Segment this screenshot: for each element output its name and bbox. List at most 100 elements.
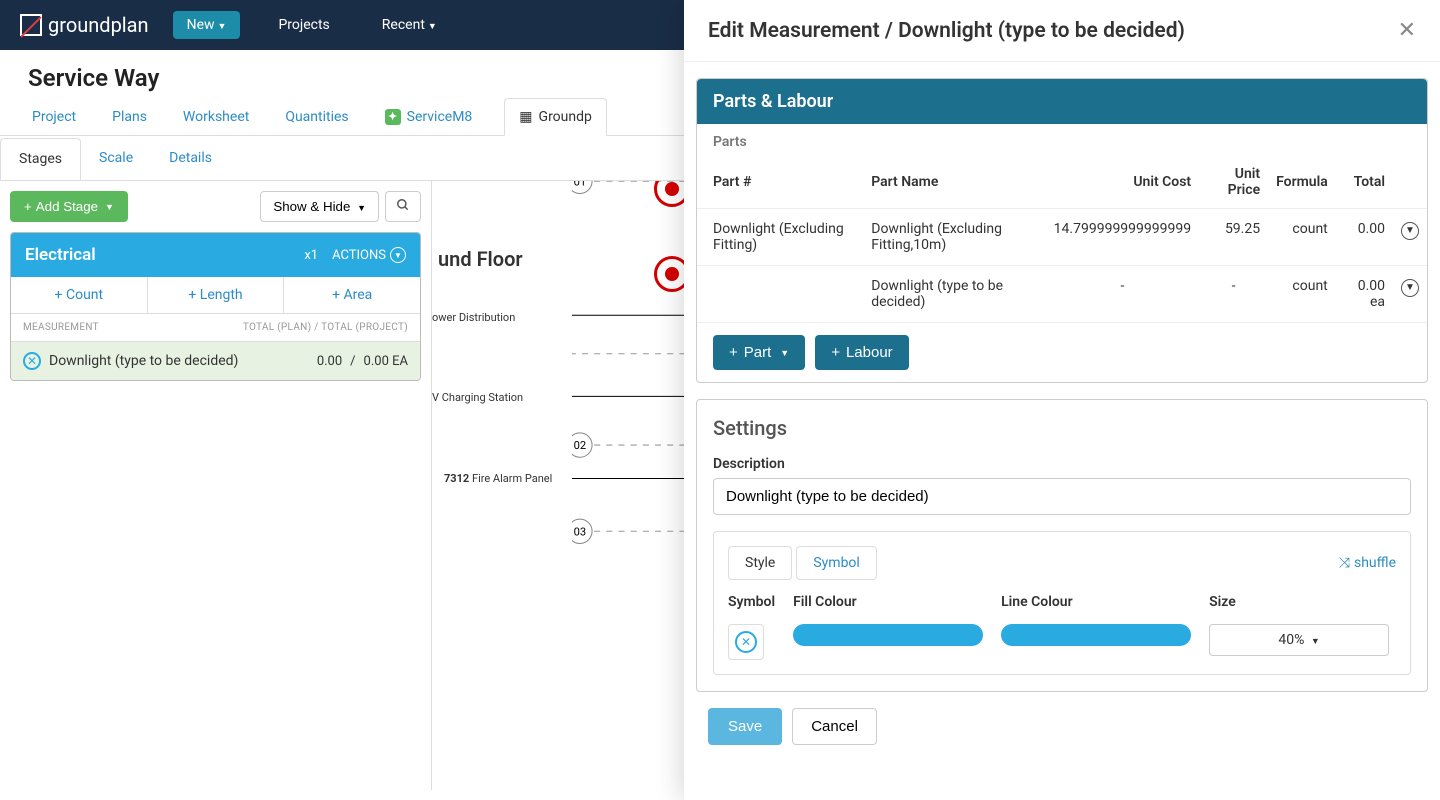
show-hide-button[interactable]: Show & Hide ▼ — [260, 191, 379, 222]
col-total: Total — [1336, 156, 1393, 209]
size-value: 40% — [1278, 632, 1304, 648]
brand-text: groundplan — [48, 13, 149, 37]
grid-icon: ▦ — [519, 109, 532, 125]
stage-actions[interactable]: ACTIONS ▼ — [332, 247, 406, 263]
symbol-col: Symbol ✕ — [728, 594, 775, 660]
sidebar: + Add Stage ▼ Show & Hide ▼ Electrical x… — [0, 181, 432, 790]
sidebar-top: + Add Stage ▼ Show & Hide ▼ — [10, 191, 421, 222]
section-heading: Parts & Labour — [697, 79, 1427, 124]
cell-formula: count — [1268, 266, 1336, 323]
tab-groundplan[interactable]: ▦ Groundp — [504, 98, 607, 136]
add-stage-button[interactable]: + Add Stage ▼ — [10, 191, 128, 222]
caret-icon: ▼ — [218, 22, 227, 32]
recent-label: Recent — [382, 17, 425, 33]
subtab-scale[interactable]: Scale — [81, 138, 151, 179]
stage-columns: MEASUREMENT TOTAL (PLAN) / TOTAL (PROJEC… — [11, 314, 420, 341]
edit-measurement-panel: Edit Measurement / Downlight (type to be… — [684, 0, 1440, 800]
recent-link[interactable]: Recent▼ — [368, 11, 451, 39]
cell-unit-cost: 14.799999999999999 — [1046, 209, 1199, 266]
add-labour-button[interactable]: + Labour — [815, 335, 908, 370]
panel-header: Edit Measurement / Downlight (type to be… — [684, 0, 1440, 62]
tool-area[interactable]: + Area — [284, 277, 420, 313]
line-colour-picker[interactable] — [1001, 624, 1191, 646]
settings-section: Settings Description Style Symbol ⤨ shuf… — [696, 399, 1428, 692]
projects-link[interactable]: Projects — [264, 11, 343, 39]
size-select[interactable]: 40% ▼ — [1209, 624, 1389, 656]
parts-subheading: Parts — [697, 124, 1427, 156]
style-row: Symbol ✕ Fill Colour Line Colour — [728, 594, 1396, 660]
cell-part-name: Downlight (type to be decided) — [863, 266, 1045, 323]
symbol-label: Symbol — [728, 594, 775, 610]
subtab-stages[interactable]: Stages — [0, 138, 81, 180]
plan-label: ower Distribution — [432, 311, 515, 324]
fill-colour-picker[interactable] — [793, 624, 983, 646]
new-button[interactable]: New▼ — [173, 11, 241, 39]
close-icon[interactable]: ✕ — [1398, 18, 1416, 43]
save-button[interactable]: Save — [708, 708, 782, 745]
cancel-button[interactable]: Cancel — [792, 708, 877, 745]
tab-symbol[interactable]: Symbol — [796, 546, 876, 580]
servicem8-icon: ✦ — [385, 109, 401, 125]
cell-total: 0.00 — [1336, 209, 1393, 266]
shuffle-button[interactable]: ⤨ shuffle — [1339, 555, 1396, 571]
tab-worksheet[interactable]: Worksheet — [179, 98, 253, 135]
sub-tabs: Stages Scale Details — [0, 138, 230, 179]
actions-label: ACTIONS — [332, 248, 386, 263]
subtab-details[interactable]: Details — [151, 138, 230, 179]
tab-quantities[interactable]: Quantities — [281, 98, 352, 135]
measurement-name: Downlight (type to be decided) — [49, 353, 317, 369]
style-tabs: Style Symbol ⤨ shuffle — [728, 546, 1396, 580]
svg-text:03: 03 — [574, 525, 587, 538]
tab-project[interactable]: Project — [28, 98, 80, 135]
row-menu-icon[interactable]: ▼ — [1401, 279, 1419, 297]
show-hide-label: Show & Hide — [273, 199, 350, 214]
col-unit-price: Unit Price — [1199, 156, 1268, 209]
chevron-down-icon: ▼ — [390, 247, 406, 263]
style-box: Style Symbol ⤨ shuffle Symbol ✕ — [713, 531, 1411, 675]
plan-title: und Floor — [438, 247, 523, 271]
measurement-values: 0.00 / 0.00 EA — [317, 354, 408, 369]
measurement-row[interactable]: ✕ Downlight (type to be decided) 0.00 / … — [11, 341, 420, 380]
add-stage-label: Add Stage — [36, 199, 98, 214]
settings-heading: Settings — [697, 400, 1427, 456]
parts-labour-section: Parts & Labour Parts Part # Part Name Un… — [696, 78, 1428, 383]
table-header-row: Part # Part Name Unit Cost Unit Price Fo… — [697, 156, 1427, 209]
stage-name: Electrical — [25, 245, 96, 265]
cell-unit-price: - — [1199, 266, 1268, 323]
svg-text:02: 02 — [574, 439, 587, 452]
groundplan-label: Groundp — [539, 109, 592, 125]
tool-length[interactable]: + Length — [148, 277, 285, 313]
plus-icon: + — [729, 344, 738, 361]
table-row[interactable]: Downlight (Excluding Fitting) Downlight … — [697, 209, 1427, 266]
add-labour-label: Labour — [846, 344, 893, 361]
search-button[interactable] — [385, 191, 421, 222]
description-input[interactable] — [713, 478, 1411, 515]
panel-footer: Save Cancel — [696, 708, 1428, 763]
plan-label: 7312 Fire Alarm Panel — [444, 472, 552, 485]
tab-style[interactable]: Style — [728, 546, 792, 580]
tab-servicem8[interactable]: ✦ ServiceM8 — [381, 98, 477, 135]
plan-label: V Charging Station — [432, 391, 523, 404]
plus-icon: + — [831, 344, 840, 361]
panel-title: Edit Measurement / Downlight (type to be… — [708, 19, 1185, 43]
col-unit-cost: Unit Cost — [1046, 156, 1199, 209]
svg-text:01: 01 — [574, 181, 587, 188]
stage-header[interactable]: Electrical x1 ACTIONS ▼ — [11, 233, 420, 277]
add-part-button[interactable]: + Part ▼ — [713, 335, 805, 370]
cell-unit-cost: - — [1046, 266, 1199, 323]
search-icon — [396, 198, 410, 212]
caret-icon: ▼ — [428, 22, 437, 32]
table-row[interactable]: Downlight (type to be decided) - - count… — [697, 266, 1427, 323]
tool-count[interactable]: + Count — [11, 277, 148, 313]
downlight-icon: ✕ — [735, 631, 757, 653]
logo-icon — [20, 14, 42, 36]
tab-plans[interactable]: Plans — [108, 98, 151, 135]
symbol-picker[interactable]: ✕ — [728, 624, 764, 660]
stage-header-right: x1 ACTIONS ▼ — [304, 247, 406, 263]
cell-part-name: Downlight (Excluding Fitting,10m) — [863, 209, 1045, 266]
col-measurement: MEASUREMENT — [23, 322, 99, 333]
cell-formula: count — [1268, 209, 1336, 266]
description-label: Description — [713, 456, 1411, 472]
row-menu-icon[interactable]: ▼ — [1401, 222, 1419, 240]
panel-body: Parts & Labour Parts Part # Part Name Un… — [684, 62, 1440, 800]
